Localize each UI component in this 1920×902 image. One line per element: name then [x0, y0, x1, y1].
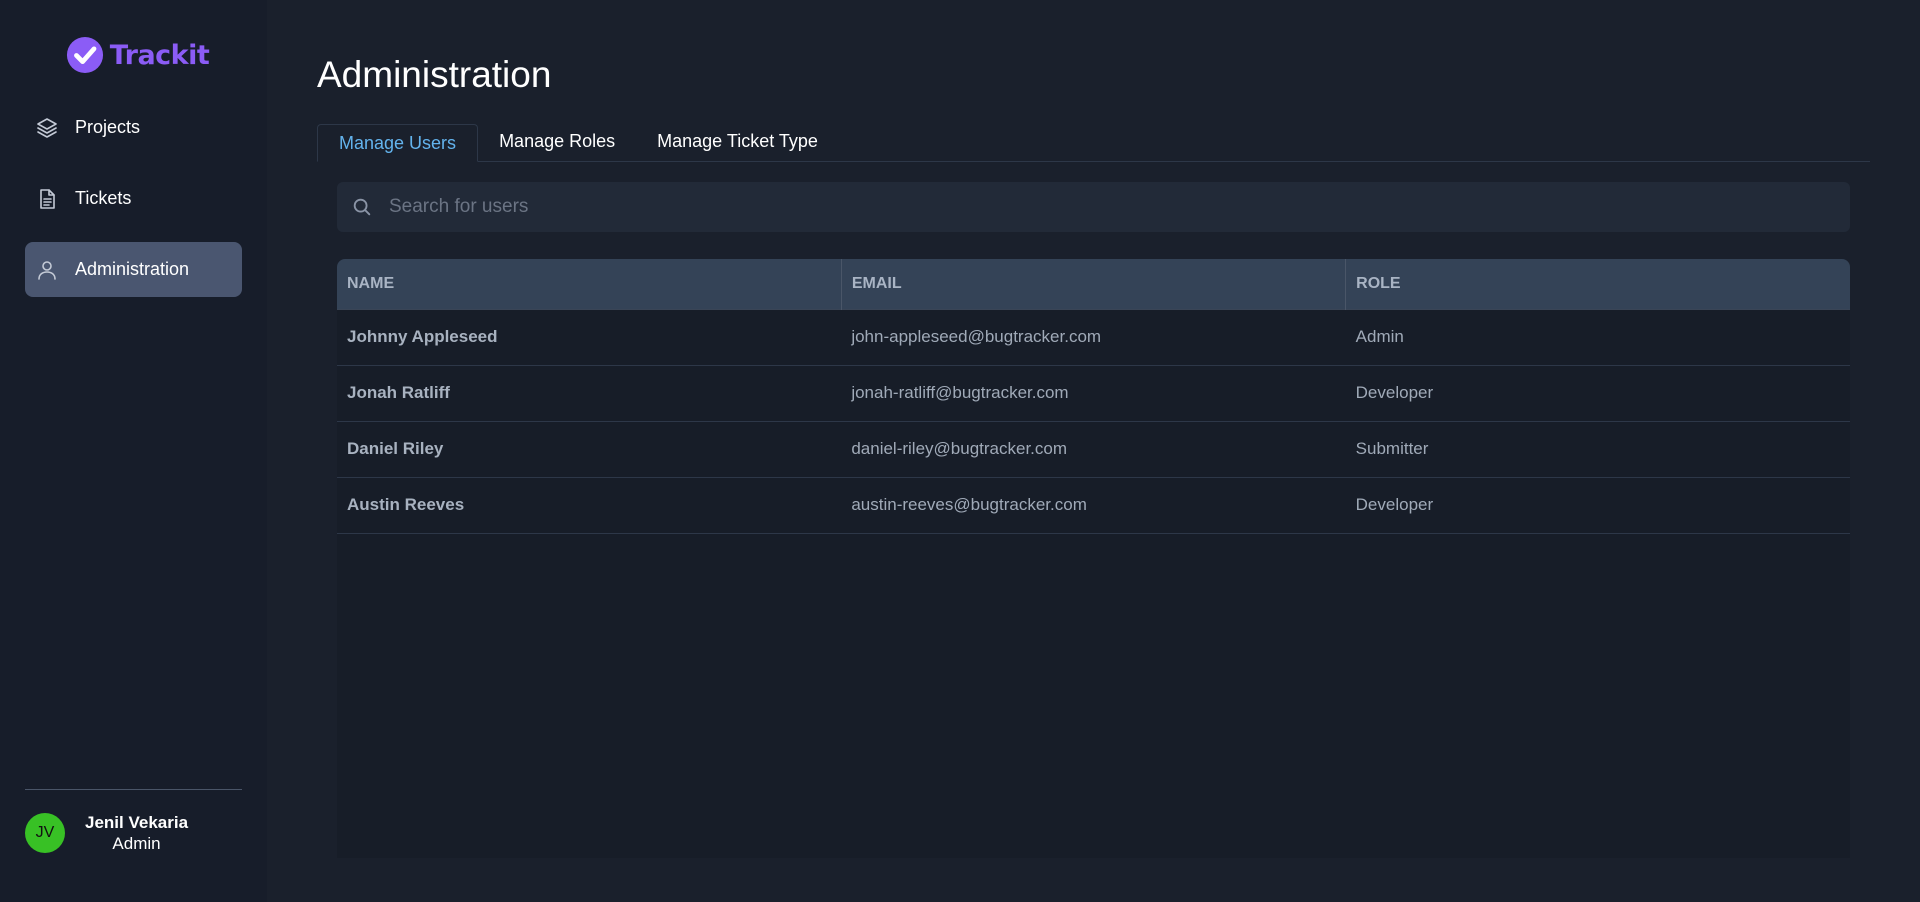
user-email-cell: jonah-ratliff@bugtracker.com: [851, 383, 1069, 402]
brand-name: Trackit: [109, 39, 210, 71]
app-root: Trackit Projects Tickets Administration: [0, 0, 1920, 902]
user-name-cell: Jonah Ratliff: [347, 383, 450, 402]
user-email-cell: john-appleseed@bugtracker.com: [851, 327, 1102, 346]
user-email-cell: austin-reeves@bugtracker.com: [851, 495, 1087, 514]
sidebar: Trackit Projects Tickets Administration: [0, 0, 267, 902]
sidebar-item-label: Administration: [75, 259, 190, 279]
current-user[interactable]: JV Jenil Vekaria Admin: [25, 789, 242, 854]
user-email-cell: daniel-riley@bugtracker.com: [851, 439, 1068, 458]
main-content: Administration Manage Users Manage Roles…: [267, 0, 1920, 902]
tab-manage-users[interactable]: Manage Users: [317, 124, 479, 162]
user-role-cell: Developer: [1355, 495, 1434, 514]
tab-manage-roles[interactable]: Manage Roles: [478, 123, 636, 161]
sidebar-item-administration[interactable]: Administration: [25, 242, 242, 297]
layers-icon: [35, 116, 59, 140]
user-role: Admin: [112, 834, 161, 853]
tab-manage-ticket-type[interactable]: Manage Ticket Type: [636, 123, 839, 161]
sidebar-item-tickets[interactable]: Tickets: [25, 171, 242, 226]
column-header-email[interactable]: EMAIL: [841, 259, 1347, 309]
tab-panel-users: NAME EMAIL ROLE Johnny Appleseed john-ap…: [317, 162, 1870, 858]
user-role-cell: Admin: [1355, 327, 1404, 346]
search-input[interactable]: [389, 196, 1850, 218]
table-row[interactable]: Daniel Riley daniel-riley@bugtracker.com…: [337, 421, 1850, 477]
table-row[interactable]: Johnny Appleseed john-appleseed@bugtrack…: [337, 309, 1850, 365]
table-header-row: NAME EMAIL ROLE: [337, 259, 1850, 309]
column-header-role[interactable]: ROLE: [1346, 259, 1850, 309]
sidebar-item-projects[interactable]: Projects: [25, 100, 242, 155]
page-title: Administration: [317, 54, 552, 95]
search-icon: [353, 198, 371, 216]
table-row[interactable]: Austin Reeves austin-reeves@bugtracker.c…: [337, 477, 1850, 533]
users-table-container: NAME EMAIL ROLE Johnny Appleseed john-ap…: [337, 259, 1850, 858]
sidebar-nav: Projects Tickets Administration: [25, 100, 242, 297]
tab-bar: Manage Users Manage Roles Manage Ticket …: [317, 124, 1870, 162]
avatar: JV: [25, 813, 65, 853]
user-info: Jenil Vekaria Admin: [85, 812, 188, 854]
user-role-cell: Developer: [1355, 383, 1434, 402]
sidebar-item-label: Projects: [75, 117, 141, 137]
users-table: NAME EMAIL ROLE Johnny Appleseed john-ap…: [337, 259, 1850, 534]
check-circle-icon: [66, 36, 103, 74]
brand-logo[interactable]: Trackit: [33, 0, 242, 76]
sidebar-item-label: Tickets: [75, 188, 132, 208]
user-icon: [35, 258, 59, 282]
search-bar: [337, 182, 1850, 232]
document-icon: [35, 187, 59, 211]
user-name-cell: Daniel Riley: [347, 439, 444, 458]
column-header-name[interactable]: NAME: [337, 259, 842, 309]
table-row[interactable]: Jonah Ratliff jonah-ratliff@bugtracker.c…: [337, 365, 1850, 421]
user-role-cell: Submitter: [1355, 439, 1429, 458]
user-name: Jenil Vekaria: [85, 813, 189, 832]
user-name-cell: Johnny Appleseed: [347, 327, 498, 346]
user-name-cell: Austin Reeves: [347, 495, 465, 514]
